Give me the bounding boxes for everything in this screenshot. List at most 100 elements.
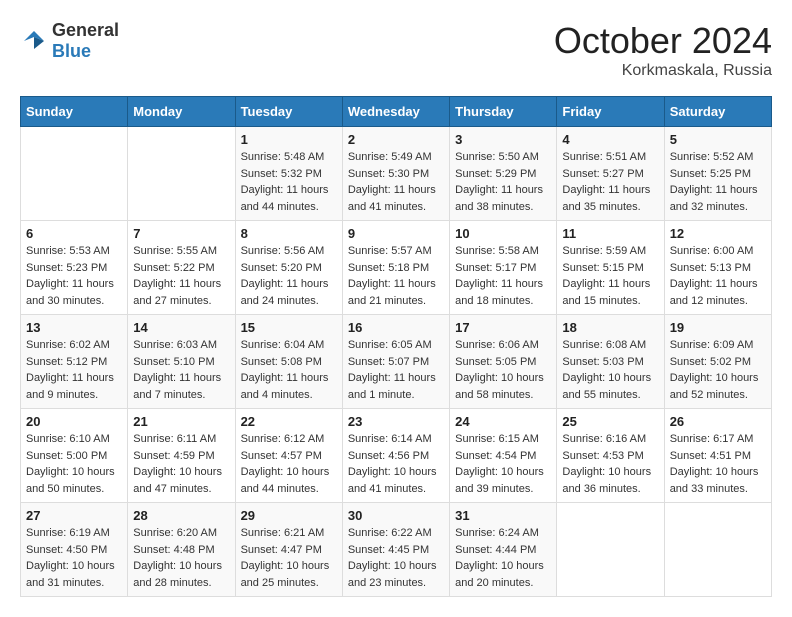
day-number: 25 — [562, 414, 658, 429]
week-row-3: 13 Sunrise: 6:02 AM Sunset: 5:12 PM Dayli… — [21, 315, 772, 409]
day-info: Sunrise: 5:57 AM Sunset: 5:18 PM Dayligh… — [348, 243, 444, 309]
header-day-sunday: Sunday — [21, 97, 128, 127]
day-info: Sunrise: 5:55 AM Sunset: 5:22 PM Dayligh… — [133, 243, 229, 309]
day-number: 21 — [133, 414, 229, 429]
day-number: 14 — [133, 320, 229, 335]
header-day-friday: Friday — [557, 97, 664, 127]
calendar-cell: 29 Sunrise: 6:21 AM Sunset: 4:47 PM Dayli… — [235, 503, 342, 597]
day-info: Sunrise: 5:51 AM Sunset: 5:27 PM Dayligh… — [562, 149, 658, 215]
day-info: Sunrise: 6:10 AM Sunset: 5:00 PM Dayligh… — [26, 431, 122, 497]
calendar-cell: 17 Sunrise: 6:06 AM Sunset: 5:05 PM Dayli… — [450, 315, 557, 409]
day-number: 9 — [348, 226, 444, 241]
month-year: October 2024 — [554, 20, 772, 62]
day-number: 8 — [241, 226, 337, 241]
calendar-cell: 24Sunrise: 6:15 AM Sunset: 4:54 PM Dayli… — [450, 409, 557, 503]
day-info: Sunrise: 6:02 AM Sunset: 5:12 PM Dayligh… — [26, 337, 122, 403]
header-day-tuesday: Tuesday — [235, 97, 342, 127]
calendar-cell: 3Sunrise: 5:50 AM Sunset: 5:29 PM Daylig… — [450, 127, 557, 221]
week-row-2: 6Sunrise: 5:53 AM Sunset: 5:23 PM Daylig… — [21, 221, 772, 315]
logo-icon — [20, 27, 48, 55]
day-info: Sunrise: 6:04 AM Sunset: 5:08 PM Dayligh… — [241, 337, 337, 403]
calendar-cell: 25 Sunrise: 6:16 AM Sunset: 4:53 PM Dayli… — [557, 409, 664, 503]
calendar-cell: 8 Sunrise: 5:56 AM Sunset: 5:20 PM Daylig… — [235, 221, 342, 315]
day-info: Sunrise: 6:20 AM Sunset: 4:48 PM Dayligh… — [133, 525, 229, 591]
day-info: Sunrise: 6:11 AM Sunset: 4:59 PM Dayligh… — [133, 431, 229, 497]
day-number: 5 — [670, 132, 766, 147]
calendar-cell: 5 Sunrise: 5:52 AM Sunset: 5:25 PM Daylig… — [664, 127, 771, 221]
calendar-cell: 20 Sunrise: 6:10 AM Sunset: 5:00 PM Dayli… — [21, 409, 128, 503]
calendar-cell: 14 Sunrise: 6:03 AM Sunset: 5:10 PM Dayli… — [128, 315, 235, 409]
day-info: Sunrise: 6:21 AM Sunset: 4:47 PM Dayligh… — [241, 525, 337, 591]
header-day-wednesday: Wednesday — [342, 97, 449, 127]
calendar-cell — [557, 503, 664, 597]
day-info: Sunrise: 6:12 AM Sunset: 4:57 PM Dayligh… — [241, 431, 337, 497]
day-number: 23 — [348, 414, 444, 429]
calendar-cell: 10Sunrise: 5:58 AM Sunset: 5:17 PM Dayli… — [450, 221, 557, 315]
week-row-1: 1 Sunrise: 5:48 AM Sunset: 5:32 PM Daylig… — [21, 127, 772, 221]
calendar-cell: 15 Sunrise: 6:04 AM Sunset: 5:08 PM Dayli… — [235, 315, 342, 409]
calendar-cell: 11 Sunrise: 5:59 AM Sunset: 5:15 PM Dayli… — [557, 221, 664, 315]
day-number: 28 — [133, 508, 229, 523]
day-info: Sunrise: 5:50 AM Sunset: 5:29 PM Dayligh… — [455, 149, 551, 215]
day-info: Sunrise: 5:48 AM Sunset: 5:32 PM Dayligh… — [241, 149, 337, 215]
day-number: 19 — [670, 320, 766, 335]
day-number: 11 — [562, 226, 658, 241]
week-row-4: 20 Sunrise: 6:10 AM Sunset: 5:00 PM Dayli… — [21, 409, 772, 503]
day-info: Sunrise: 6:22 AM Sunset: 4:45 PM Dayligh… — [348, 525, 444, 591]
calendar-cell: 28 Sunrise: 6:20 AM Sunset: 4:48 PM Dayli… — [128, 503, 235, 597]
title-area: October 2024 Korkmaskala, Russia — [554, 20, 772, 80]
calendar-body: 1 Sunrise: 5:48 AM Sunset: 5:32 PM Daylig… — [21, 127, 772, 597]
day-number: 16 — [348, 320, 444, 335]
calendar-cell: 22Sunrise: 6:12 AM Sunset: 4:57 PM Dayli… — [235, 409, 342, 503]
day-number: 29 — [241, 508, 337, 523]
day-number: 15 — [241, 320, 337, 335]
day-number: 30 — [348, 508, 444, 523]
day-info: Sunrise: 6:16 AM Sunset: 4:53 PM Dayligh… — [562, 431, 658, 497]
day-number: 31 — [455, 508, 551, 523]
day-number: 13 — [26, 320, 122, 335]
calendar-cell — [128, 127, 235, 221]
calendar-cell: 7 Sunrise: 5:55 AM Sunset: 5:22 PM Daylig… — [128, 221, 235, 315]
day-number: 20 — [26, 414, 122, 429]
logo-blue: Blue — [52, 41, 91, 61]
calendar-cell: 9 Sunrise: 5:57 AM Sunset: 5:18 PM Daylig… — [342, 221, 449, 315]
day-info: Sunrise: 6:09 AM Sunset: 5:02 PM Dayligh… — [670, 337, 766, 403]
day-info: Sunrise: 5:53 AM Sunset: 5:23 PM Dayligh… — [26, 243, 122, 309]
header-day-monday: Monday — [128, 97, 235, 127]
day-info: Sunrise: 6:08 AM Sunset: 5:03 PM Dayligh… — [562, 337, 658, 403]
calendar-cell: 16Sunrise: 6:05 AM Sunset: 5:07 PM Dayli… — [342, 315, 449, 409]
day-info: Sunrise: 6:19 AM Sunset: 4:50 PM Dayligh… — [26, 525, 122, 591]
calendar-table: SundayMondayTuesdayWednesdayThursdayFrid… — [20, 96, 772, 597]
calendar-cell: 12Sunrise: 6:00 AM Sunset: 5:13 PM Dayli… — [664, 221, 771, 315]
calendar-cell: 27Sunrise: 6:19 AM Sunset: 4:50 PM Dayli… — [21, 503, 128, 597]
day-info: Sunrise: 5:58 AM Sunset: 5:17 PM Dayligh… — [455, 243, 551, 309]
calendar-cell: 2 Sunrise: 5:49 AM Sunset: 5:30 PM Daylig… — [342, 127, 449, 221]
day-info: Sunrise: 5:49 AM Sunset: 5:30 PM Dayligh… — [348, 149, 444, 215]
calendar-cell — [664, 503, 771, 597]
day-number: 17 — [455, 320, 551, 335]
day-number: 2 — [348, 132, 444, 147]
logo: General Blue — [20, 20, 119, 62]
day-number: 26 — [670, 414, 766, 429]
day-info: Sunrise: 6:14 AM Sunset: 4:56 PM Dayligh… — [348, 431, 444, 497]
day-info: Sunrise: 6:06 AM Sunset: 5:05 PM Dayligh… — [455, 337, 551, 403]
day-info: Sunrise: 6:03 AM Sunset: 5:10 PM Dayligh… — [133, 337, 229, 403]
day-info: Sunrise: 5:59 AM Sunset: 5:15 PM Dayligh… — [562, 243, 658, 309]
day-info: Sunrise: 5:52 AM Sunset: 5:25 PM Dayligh… — [670, 149, 766, 215]
logo-text: General Blue — [52, 20, 119, 62]
calendar-cell: 4 Sunrise: 5:51 AM Sunset: 5:27 PM Daylig… — [557, 127, 664, 221]
header: General Blue October 2024 Korkmaskala, R… — [20, 20, 772, 80]
day-number: 1 — [241, 132, 337, 147]
day-info: Sunrise: 5:56 AM Sunset: 5:20 PM Dayligh… — [241, 243, 337, 309]
day-info: Sunrise: 6:17 AM Sunset: 4:51 PM Dayligh… — [670, 431, 766, 497]
calendar-cell: 18Sunrise: 6:08 AM Sunset: 5:03 PM Dayli… — [557, 315, 664, 409]
logo-general: General — [52, 20, 119, 40]
header-day-thursday: Thursday — [450, 97, 557, 127]
calendar-cell: 13 Sunrise: 6:02 AM Sunset: 5:12 PM Dayli… — [21, 315, 128, 409]
day-number: 4 — [562, 132, 658, 147]
day-number: 24 — [455, 414, 551, 429]
calendar-cell: 1 Sunrise: 5:48 AM Sunset: 5:32 PM Daylig… — [235, 127, 342, 221]
day-info: Sunrise: 6:24 AM Sunset: 4:44 PM Dayligh… — [455, 525, 551, 591]
day-number: 7 — [133, 226, 229, 241]
header-day-saturday: Saturday — [664, 97, 771, 127]
